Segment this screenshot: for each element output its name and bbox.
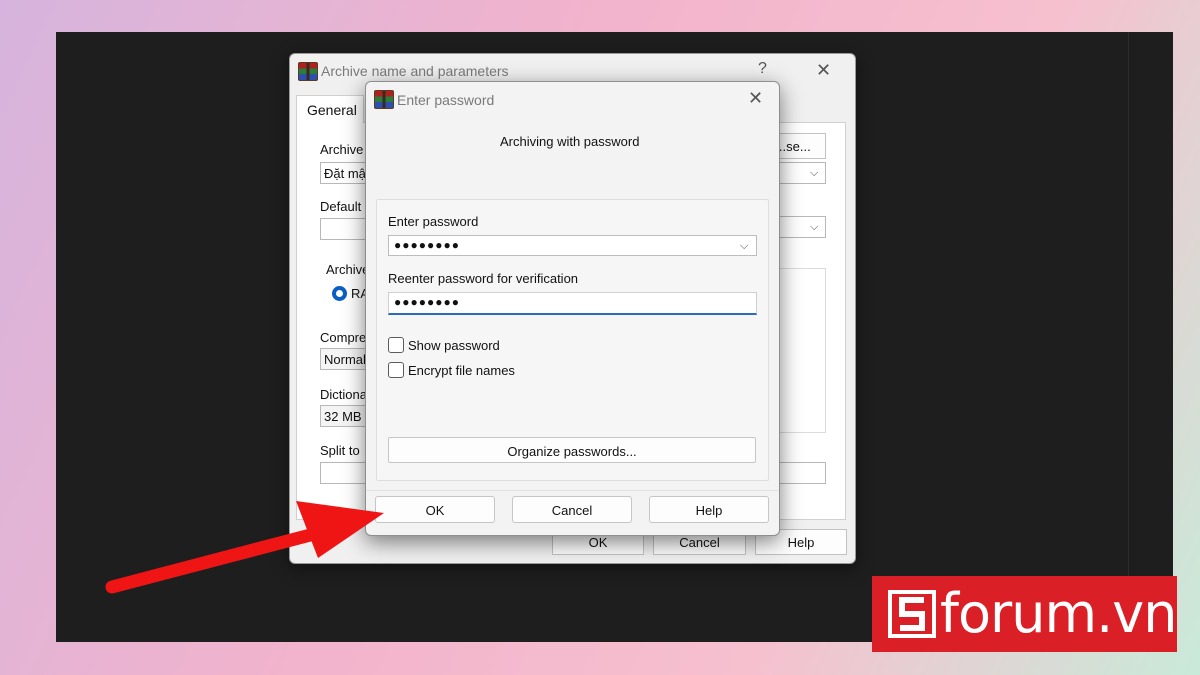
archive-format-label: Archive: [326, 262, 370, 277]
ok-button[interactable]: OK: [375, 496, 495, 523]
enter-password-label: Enter password: [388, 214, 479, 229]
help-button[interactable]: Help: [649, 496, 769, 523]
chevron-down-icon: ⌵: [810, 221, 819, 233]
logo-text: forum.vn: [940, 582, 1177, 645]
help-question-icon[interactable]: ?: [758, 60, 767, 78]
archive-name-input[interactable]: Đặt mậ: [320, 162, 370, 184]
default-profile-label: Default: [320, 199, 362, 214]
winrar-icon: [374, 90, 394, 109]
tab-general[interactable]: General: [296, 95, 364, 123]
sforum-logo: forum.vn: [872, 576, 1177, 652]
encrypt-file-names-checkbox[interactable]: [388, 362, 404, 378]
close-icon[interactable]: ✕: [748, 88, 763, 109]
split-volumes-label: Split to: [320, 443, 360, 458]
profile-field[interactable]: [320, 218, 370, 240]
password-dialog-title: Enter password: [397, 92, 495, 108]
reenter-password-input[interactable]: ●●●●●●●●: [388, 292, 757, 315]
show-password-label[interactable]: Show password: [408, 338, 500, 353]
rar-radio[interactable]: [332, 286, 347, 301]
cancel-button[interactable]: Cancel: [512, 496, 632, 523]
chevron-down-icon[interactable]: ⌵: [740, 240, 748, 253]
archive-name-label: Archive: [320, 142, 364, 157]
show-password-checkbox[interactable]: [388, 337, 404, 353]
screen-divider: [1128, 32, 1129, 642]
close-icon[interactable]: ✕: [816, 60, 831, 81]
password-input[interactable]: ●●●●●●●●: [388, 235, 757, 256]
chevron-down-icon: ⌵: [810, 167, 819, 179]
encrypt-file-names-label[interactable]: Encrypt file names: [408, 363, 515, 378]
compression-method-select[interactable]: Normal: [320, 348, 370, 370]
dictionary-size-select[interactable]: 32 MB: [320, 405, 370, 427]
compression-method-label: Compre: [320, 330, 367, 345]
archiving-caption: Archiving with password: [500, 134, 640, 149]
dialog-footer-divider: [366, 490, 779, 491]
organize-passwords-button[interactable]: Organize passwords...: [388, 437, 756, 463]
dictionary-size-label: Dictiona: [320, 387, 367, 402]
reenter-password-label: Reenter password for verification: [388, 271, 579, 286]
winrar-icon: [298, 62, 318, 81]
sforum-s-icon: [888, 590, 936, 638]
split-volumes-input[interactable]: [320, 462, 370, 484]
archive-dialog-title: Archive name and parameters: [321, 63, 509, 79]
